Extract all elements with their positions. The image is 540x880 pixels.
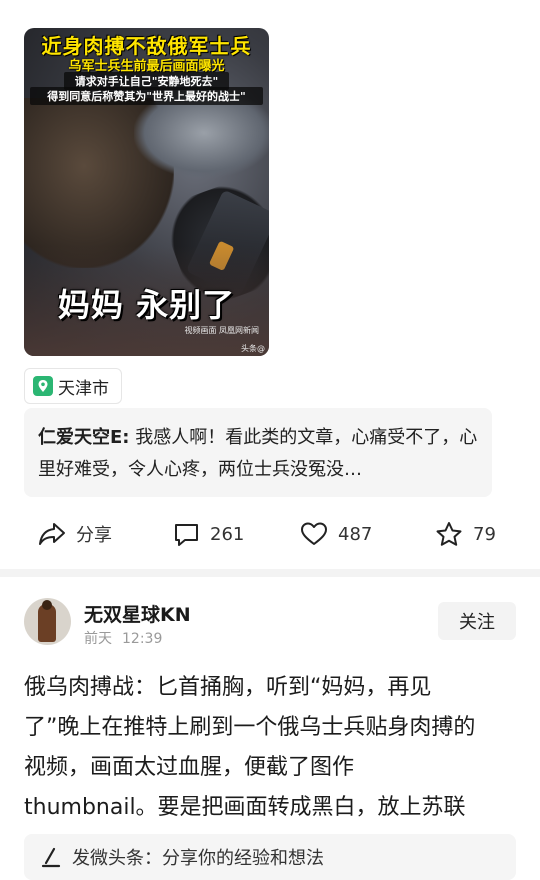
avatar-figure [38,600,56,642]
share-label: 分享 [76,525,112,546]
thumbnail-note-2: 得到同意后称赞其为"世界上最好的战士" [30,87,263,105]
post-action-bar: 分享 261 487 79 [0,510,540,560]
avatar[interactable] [24,598,71,645]
pen-icon [41,847,61,868]
post-time: 12:39 [122,631,163,647]
post-body-line: thumbnail。要是把画面转成黑白，放上苏联 [24,795,466,820]
share-button[interactable]: 分享 [38,510,112,558]
like-button[interactable]: 487 [300,510,372,558]
post-body-line: 了”晚上在推特上刷到一个俄乌士兵贴身肉搏的 [24,715,476,740]
post-date: 前天 [84,631,112,647]
compose-post-bar[interactable]: 发微头条：分享你的经验和想法 [24,834,516,880]
thumbnail-watermark-source: 视频画面 凤凰网新闻 [184,326,259,335]
post-body[interactable]: 俄乌肉搏战：匕首捅胸，听到“妈妈，再见 了”晚上在推特上刷到一个俄乌士兵贴身肉搏… [24,668,519,828]
video-thumbnail[interactable]: 近身肉搏不敌俄军士兵 乌军士兵生前最后画面曝光 请求对手让自己"安静地死去" 得… [24,28,269,356]
location-pin-icon [33,376,53,396]
heart-icon [301,522,327,545]
username[interactable]: 无双星球KN [84,600,191,627]
thumbnail-caption: 妈妈 永别了 [57,286,236,324]
post-body-line: 俄乌肉搏战：匕首捅胸，听到“妈妈，再见 [24,675,432,700]
comment-button[interactable]: 261 [173,510,244,558]
comment-author[interactable]: 仁爱天空E: [38,427,130,448]
comment-icon [175,523,198,546]
favorite-count: 79 [473,523,496,545]
post-meta: 前天 12:39 [84,628,162,648]
comment-count: 261 [210,523,245,545]
location-label: 天津市 [58,378,109,399]
location-tag[interactable]: 天津市 [24,368,122,404]
follow-button[interactable]: 关注 [438,602,516,640]
favorite-button[interactable]: 79 [435,510,496,558]
like-count: 487 [338,523,373,545]
feed-divider [0,569,540,577]
share-icon [39,523,65,545]
compose-placeholder: 发微头条：分享你的经验和想法 [72,848,324,869]
top-comment-preview[interactable]: 仁爱天空E: 我感人啊！看此类的文章，心痛受不了，心里好难受，令人心疼，两位士兵… [24,408,492,497]
thumbnail-watermark-platform: 头条@ [241,344,265,353]
post-body-line: 视频，画面太过血腥，便截了图作 [24,755,355,780]
star-icon [436,521,462,546]
